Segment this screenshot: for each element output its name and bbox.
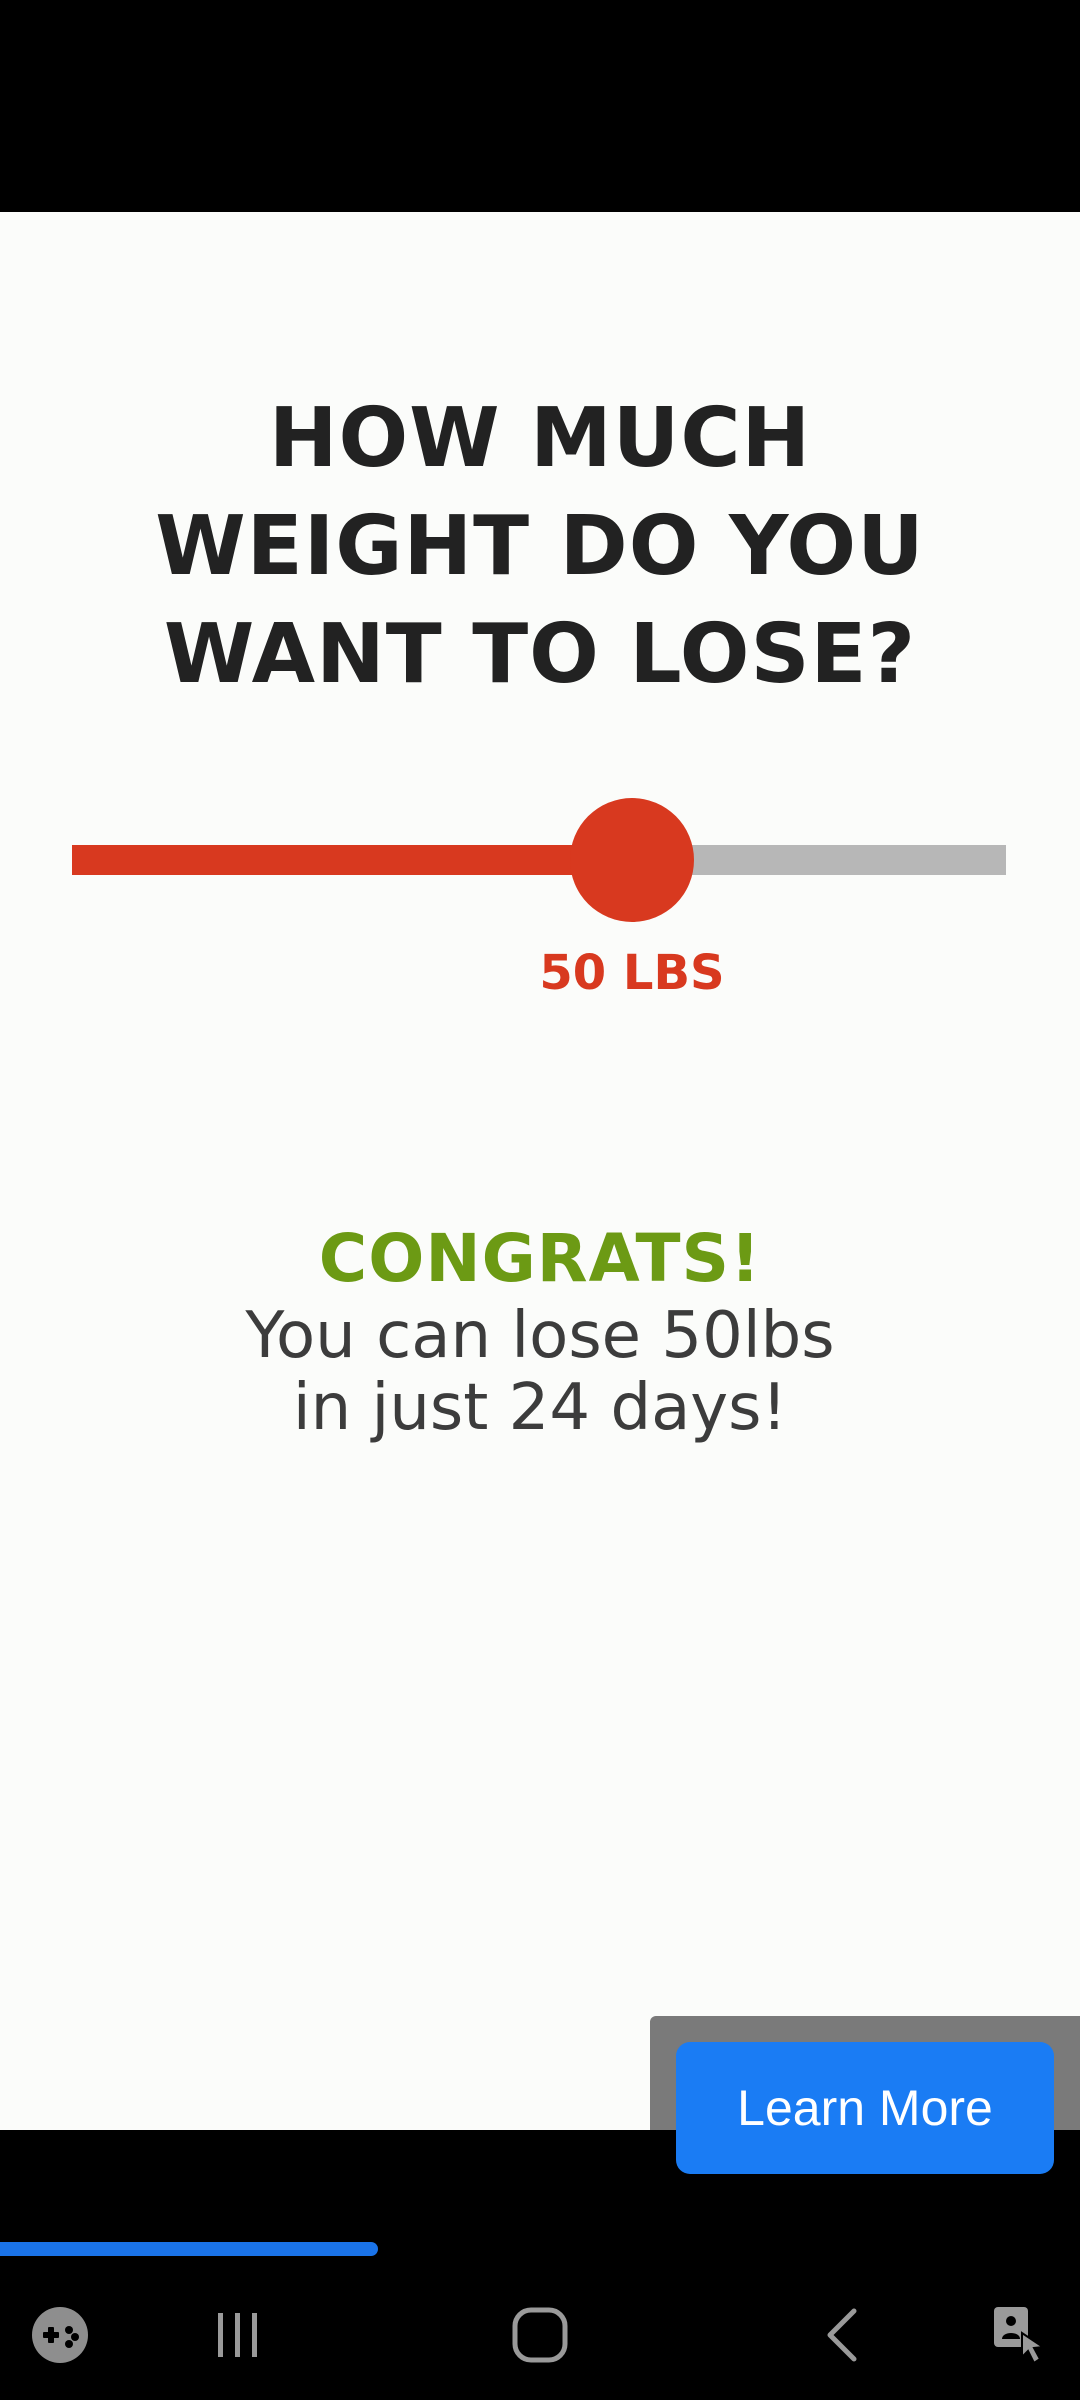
home-button[interactable]	[498, 2270, 582, 2400]
back-button[interactable]	[800, 2270, 884, 2400]
result-text: You can lose 50lbs in just 24 days!	[140, 1300, 940, 1444]
accessibility-button[interactable]	[978, 2270, 1062, 2400]
weight-slider[interactable]	[72, 798, 1006, 922]
question-line-2: WEIGHT DO YOU	[155, 499, 925, 594]
video-progress-bar	[0, 2242, 1080, 2256]
congrats-heading: CONGRATS!	[318, 1220, 762, 1297]
back-icon	[827, 2308, 857, 2362]
game-controller-icon	[32, 2307, 88, 2363]
learn-more-button[interactable]: Learn More	[676, 2042, 1054, 2174]
result-line-1: You can lose 50lbs	[245, 1299, 835, 1373]
slider-value-label: 50 LBS	[539, 945, 725, 1001]
home-icon	[512, 2307, 568, 2363]
navigation-bar	[0, 2270, 1080, 2400]
slider-thumb[interactable]	[570, 798, 694, 922]
slider-fill	[72, 845, 632, 875]
status-bar-area	[0, 0, 1080, 212]
question-line-1: HOW MUCH	[268, 391, 812, 486]
question-heading: HOW MUCH WEIGHT DO YOU WANT TO LOSE?	[100, 385, 980, 709]
recents-icon	[218, 2313, 257, 2357]
game-tools-button[interactable]	[18, 2270, 102, 2400]
screen: HOW MUCH WEIGHT DO YOU WANT TO LOSE? 50 …	[0, 0, 1080, 2400]
result-line-2: in just 24 days!	[292, 1371, 788, 1445]
video-progress-fill	[0, 2242, 378, 2256]
touch-accessibility-icon	[994, 2307, 1046, 2365]
question-line-3: WANT TO LOSE?	[163, 607, 917, 702]
recents-button[interactable]	[196, 2270, 280, 2400]
